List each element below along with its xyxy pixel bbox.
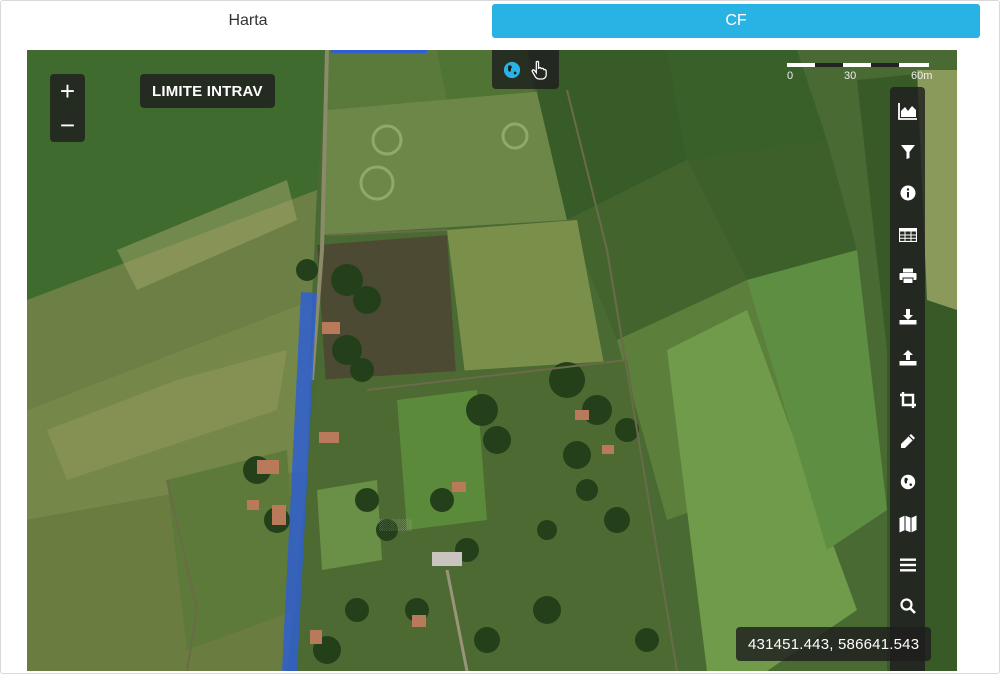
- tab-cf[interactable]: CF: [492, 4, 980, 38]
- search-icon[interactable]: [890, 586, 925, 627]
- info-icon[interactable]: [890, 173, 925, 214]
- scale-segment: [899, 63, 929, 67]
- parcel-id-watermark: ░░░░░: [379, 520, 413, 532]
- filter-icon[interactable]: [890, 131, 925, 172]
- scale-label: 0: [787, 70, 794, 82]
- tab-bar: Harta CF: [4, 4, 980, 38]
- menu-icon[interactable]: [890, 544, 925, 585]
- tab-harta[interactable]: Harta: [4, 4, 492, 38]
- print-icon[interactable]: [890, 255, 925, 296]
- zoom-control: + −: [50, 74, 85, 142]
- map-icon[interactable]: [890, 503, 925, 544]
- satellite-imagery: [27, 50, 957, 671]
- globe-icon[interactable]: [890, 462, 925, 503]
- layer-name-badge: LIMITE INTRAV: [140, 74, 275, 108]
- area-chart-icon[interactable]: [890, 90, 925, 131]
- zoom-out-button[interactable]: −: [50, 108, 85, 142]
- scale-label: 60m: [911, 70, 933, 82]
- scale-segment: [815, 63, 843, 67]
- scale-segment: [871, 63, 899, 67]
- map-toolbar: [890, 87, 925, 671]
- scale-bar: 0 30 60m: [787, 60, 937, 84]
- hand-pointer-icon[interactable]: [530, 60, 548, 80]
- scale-segment: [843, 63, 871, 67]
- map-panel: Harta CF ░░░░░ + − LIMITE INTRAV 0 30 60…: [0, 0, 1000, 674]
- cursor-coordinates: 431451.443, 586641.543: [736, 627, 932, 661]
- scale-label: 30: [844, 70, 857, 82]
- globe-icon[interactable]: [503, 61, 521, 79]
- upload-icon[interactable]: [890, 338, 925, 379]
- pencil-icon[interactable]: [890, 420, 925, 461]
- crop-icon[interactable]: [890, 379, 925, 420]
- zoom-in-button[interactable]: +: [50, 74, 85, 108]
- satellite-map[interactable]: ░░░░░ + − LIMITE INTRAV 0 30 60m 431451.…: [27, 50, 957, 671]
- scale-segment: [787, 63, 815, 67]
- interaction-mode-control: [492, 50, 559, 89]
- table-icon[interactable]: [890, 214, 925, 255]
- download-icon[interactable]: [890, 296, 925, 337]
